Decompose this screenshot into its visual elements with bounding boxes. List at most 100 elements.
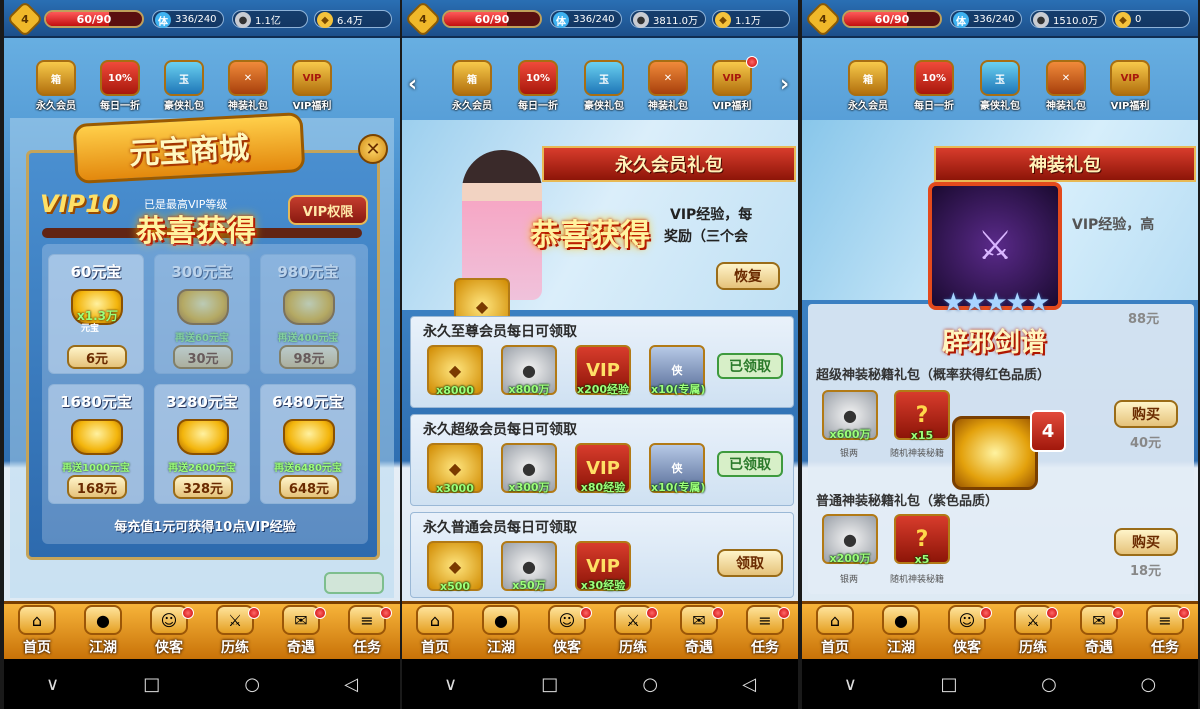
vip-crown-icon: VIP: [712, 60, 752, 96]
overview-square-icon[interactable]: □: [541, 674, 558, 695]
treasure-chest-icon: 箱: [36, 60, 76, 96]
recent-circle-icon[interactable]: ○: [1140, 674, 1156, 695]
nav-label: 江湖: [487, 640, 515, 656]
gold-display[interactable]: ◆ 1.1万: [712, 10, 790, 28]
price-button[interactable]: 30元: [173, 345, 233, 369]
hp-bar: 60/90: [442, 10, 542, 28]
nav-home[interactable]: ⌂ 首页: [402, 604, 468, 659]
count-badge: 4: [1030, 410, 1066, 452]
shop-item-3280[interactable]: 3280元宝 再送2600元宝 328元: [154, 384, 250, 504]
price-button[interactable]: 168元: [67, 475, 127, 499]
gift-row-supreme: 永久至尊会员每日可领取 ◆ x8000 ● x800万 VIP x200经验 侠 x10…: [410, 316, 794, 408]
feature-daily-discount[interactable]: 10% 每日一折: [90, 60, 150, 114]
nav-jianghu[interactable]: ● 江湖: [868, 604, 934, 659]
back-down-icon[interactable]: ∨: [444, 674, 457, 695]
overview-square-icon[interactable]: □: [143, 674, 160, 695]
coins-display[interactable]: ● 3811.0万: [630, 10, 706, 28]
buy-button[interactable]: 购买: [1114, 400, 1178, 428]
nav-adventure[interactable]: ✉ 奇遇: [268, 604, 334, 659]
price-button[interactable]: 98元: [279, 345, 339, 369]
stamina-display[interactable]: 体 336/240: [152, 10, 224, 28]
overview-square-icon[interactable]: □: [941, 674, 958, 695]
level-badge[interactable]: 4: [804, 0, 842, 38]
nav-training[interactable]: ⚔ 历练: [202, 604, 268, 659]
feature-hero-pack[interactable]: 玉豪侠礼包: [574, 60, 634, 114]
shop-item-60[interactable]: 60元宝 x1.3万 元宝 6元: [48, 254, 144, 374]
gold-display[interactable]: ◆ 0: [1112, 10, 1190, 28]
shop-item-6480[interactable]: 6480元宝 再送6480元宝 648元: [260, 384, 356, 504]
nav-heroes[interactable]: ☺ 侠客: [934, 604, 1000, 659]
nav-home[interactable]: ⌂ 首页: [802, 604, 868, 659]
coins-display[interactable]: ● 1510.0万: [1030, 10, 1106, 28]
claimed-button[interactable]: 已领取: [717, 451, 783, 477]
buy-button[interactable]: 购买: [1114, 528, 1178, 556]
nav-home[interactable]: ⌂ 首页: [4, 604, 70, 659]
feature-hero-pack[interactable]: 玉豪侠礼包: [154, 60, 214, 114]
feature-vip-welfare[interactable]: VIP VIP福利: [282, 60, 342, 114]
nav-jianghu[interactable]: ● 江湖: [468, 604, 534, 659]
claim-button[interactable]: 领取: [717, 549, 783, 577]
bottom-nav: ⌂ 首页 ● 江湖 ☺ 侠客 ⚔ 历练 ✉ 奇遇 ≡ 任务: [402, 601, 798, 659]
nav-quests[interactable]: ≡ 任务: [1132, 604, 1198, 659]
feature-permanent-member[interactable]: 箱永久会员: [442, 60, 502, 114]
nav-adventure[interactable]: ✉ 奇遇: [666, 604, 732, 659]
feature-permanent-member[interactable]: 箱永久会员: [26, 60, 86, 114]
back-down-icon[interactable]: ∨: [46, 674, 59, 695]
level-badge[interactable]: 4: [6, 0, 44, 38]
nav-heroes[interactable]: ☺ 侠客: [136, 604, 202, 659]
feature-label: 永久会员: [452, 101, 492, 112]
shop-item-980[interactable]: 980元宝 再送400元宝 98元: [260, 254, 356, 374]
back-triangle-icon[interactable]: ◁: [344, 674, 358, 695]
nav-quests[interactable]: ≡ 任务: [732, 604, 798, 659]
feature-divine-gear-pack[interactable]: ✕ 神装礼包: [218, 60, 278, 114]
ingot-amount: 300元宝: [171, 263, 233, 281]
feature-permanent-member[interactable]: 箱永久会员: [838, 60, 898, 114]
feature-daily-discount[interactable]: 10% 每日一折: [904, 60, 964, 114]
feature-hero-pack[interactable]: 玉豪侠礼包: [970, 60, 1030, 114]
feature-vip-welfare[interactable]: VIP VIP福利: [1100, 60, 1160, 114]
price-button[interactable]: 648元: [279, 475, 339, 499]
back-triangle-icon[interactable]: ◁: [742, 674, 756, 695]
nav-heroes[interactable]: ☺ 侠客: [534, 604, 600, 659]
vip-privilege-button[interactable]: VIP权限: [288, 195, 368, 225]
restore-button[interactable]: 恢复: [716, 262, 780, 290]
jade-icon: 玉: [164, 60, 204, 96]
discount-tag-icon: 10%: [914, 60, 954, 96]
feature-daily-discount[interactable]: 10% 每日一折: [508, 60, 568, 114]
nav-quests[interactable]: ≡ 任务: [334, 604, 400, 659]
bottom-nav: ⌂ 首页 ● 江湖 ☺ 侠客 ⚔ 历练 ✉ 奇遇 ≡ 任务: [4, 601, 400, 659]
nav-jianghu[interactable]: ● 江湖: [70, 604, 136, 659]
nav-training[interactable]: ⚔ 历练: [600, 604, 666, 659]
nav-label: 首页: [421, 640, 449, 656]
feature-vip-welfare[interactable]: VIP VIP福利: [702, 60, 762, 114]
ingot-amount: 980元宝: [277, 263, 339, 281]
coins-value: 1510.0万: [1053, 15, 1098, 27]
price-button[interactable]: 6元: [67, 345, 127, 369]
nav-label: 任务: [353, 640, 381, 656]
gift-row-super: 永久超级会员每日可领取 ◆ x3000 ● x300万 VIP x80经验 侠 x10(…: [410, 414, 794, 506]
close-button[interactable]: ✕: [358, 134, 388, 164]
shop-item-300[interactable]: 300元宝 再送60元宝 30元: [154, 254, 250, 374]
stamina-display[interactable]: 体 336/240: [950, 10, 1022, 28]
home-circle-icon[interactable]: ○: [1041, 674, 1057, 695]
back-down-icon[interactable]: ∨: [844, 674, 857, 695]
shop-item-1680[interactable]: 1680元宝 再送1000元宝 168元: [48, 384, 144, 504]
coins-display[interactable]: ● 1.1亿: [232, 10, 308, 28]
stamina-display[interactable]: 体 336/240: [550, 10, 622, 28]
home-circle-icon[interactable]: ○: [642, 674, 658, 695]
nav-label: 首页: [23, 640, 51, 656]
feature-divine-gear-pack[interactable]: ✕ 神装礼包: [1036, 60, 1096, 114]
hp-bar: 60/90: [44, 10, 144, 28]
nav-label: 首页: [821, 640, 849, 656]
claimed-button[interactable]: 已领取: [717, 353, 783, 379]
home-circle-icon[interactable]: ○: [244, 674, 260, 695]
feature-label: VIP福利: [712, 101, 752, 112]
stamina-icon: 体: [553, 12, 569, 28]
price-button[interactable]: 328元: [173, 475, 233, 499]
coins-value: 3811.0万: [653, 15, 698, 27]
level-badge[interactable]: 4: [404, 0, 442, 38]
feature-divine-gear-pack[interactable]: ✕ 神装礼包: [638, 60, 698, 114]
gold-display[interactable]: ◆ 6.4万: [314, 10, 392, 28]
nav-adventure[interactable]: ✉ 奇遇: [1066, 604, 1132, 659]
nav-training[interactable]: ⚔ 历练: [1000, 604, 1066, 659]
